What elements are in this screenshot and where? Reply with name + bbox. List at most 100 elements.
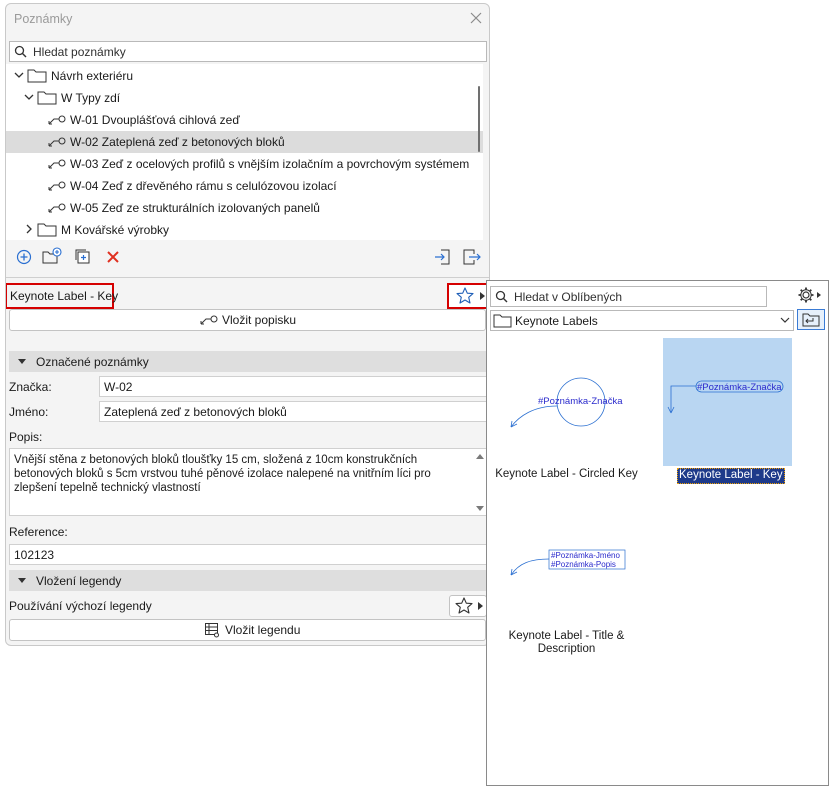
section-title: Označené poznámky: [36, 355, 149, 369]
tree-item-label: W-05 Zeď ze strukturálních izolovaných p…: [70, 201, 320, 215]
insert-label-button[interactable]: Vložit popisku: [9, 309, 486, 331]
close-icon[interactable]: [470, 12, 482, 24]
reference-field[interactable]: 102123: [9, 544, 487, 565]
insert-legend-header[interactable]: Vložení legendy: [9, 570, 487, 591]
description-line: betonových bloků s 5cm vrstvou tuhé pěno…: [14, 468, 431, 480]
star-icon: [456, 287, 474, 304]
description-preview-text: #Poznámka-Popis: [551, 560, 616, 569]
caret-right-icon: [480, 292, 485, 300]
keynote-label-icon: [200, 315, 218, 325]
divider: [6, 277, 489, 278]
tree-item-label: W-03 Zeď z ocelových profilů s vnějším i…: [70, 157, 470, 171]
name-value: Zateplená zeď z betonových bloků: [104, 405, 287, 419]
tree-item-keynote[interactable]: W-05 Zeď ze strukturálních izolovaných p…: [6, 197, 483, 219]
folder-up-button[interactable]: [797, 309, 825, 330]
tree-item-keynote-selected[interactable]: W-02 Zateplená zeď z betonových bloků: [6, 131, 483, 153]
chevron-right-icon[interactable]: [24, 224, 34, 234]
keynote-label-icon: [48, 115, 66, 125]
legend-table-icon: [204, 622, 220, 638]
tree-item-folder[interactable]: M Kovářské výrobky: [6, 219, 483, 241]
favorite-item-key-selected[interactable]: #Poznámka-Značka: [663, 338, 792, 466]
favorite-item-label-line: Description: [537, 643, 596, 655]
folder-icon: [37, 90, 57, 105]
tag-label: Značka:: [9, 380, 52, 394]
delete-icon[interactable]: [106, 250, 120, 264]
keynote-label-icon: [48, 203, 66, 213]
duplicate-icon[interactable]: [74, 248, 92, 266]
palette-title: Poznámky: [14, 12, 73, 26]
description-label: Popis:: [9, 430, 43, 444]
search-icon: [495, 290, 508, 303]
favorite-item-label: Keynote Label - Circled Key: [495, 468, 638, 480]
favorite-item-title-description[interactable]: #Poznámka-Jméno #Poznámka-Popis: [499, 545, 631, 625]
favorite-item-label-line: Keynote Label - Title &: [508, 630, 625, 642]
scroll-down-icon[interactable]: [476, 506, 484, 512]
collapse-triangle-icon: [18, 578, 26, 583]
favorite-item-label: Keynote Label - Title & Description: [489, 630, 644, 656]
tree-item-label: W-04 Zeď z dřevěného rámu s celulózovou …: [70, 179, 337, 193]
title-preview-text: #Poznámka-Jméno: [551, 551, 620, 560]
tree-item-keynote[interactable]: W-01 Dvouplášťová cihlová zeď: [6, 109, 483, 131]
name-label: Jméno:: [9, 405, 49, 419]
description-line: Vnější stěna z betonových bloků tloušťky…: [14, 454, 418, 466]
keynote-label-icon: [48, 159, 66, 169]
favorites-folder-select[interactable]: Keynote Labels: [490, 310, 794, 331]
key-preview-text: #Poznámka-Značka: [697, 382, 782, 393]
favorite-item-label-selected: Keynote Label - Key: [677, 468, 785, 484]
insert-label-text: Vložit popisku: [222, 313, 297, 327]
label-style-name: Keynote Label - Key: [10, 289, 119, 303]
keynote-search-input[interactable]: Hledat poznámky: [9, 41, 487, 62]
collapse-triangle-icon: [18, 359, 26, 364]
tree-item-label: W-02 Zateplená zeď z betonových bloků: [70, 135, 285, 149]
scroll-up-icon[interactable]: [476, 453, 484, 459]
tree-item-folder[interactable]: W Typy zdí: [6, 87, 483, 109]
circled-key-preview-text: #Poznámka-Značka: [538, 396, 623, 407]
folder-icon: [493, 314, 513, 328]
favorite-item-circled-key[interactable]: #Poznámka-Značka: [499, 338, 631, 470]
section-title: Vložení legendy: [36, 574, 122, 588]
folder-up-icon: [802, 313, 820, 327]
folder-icon: [37, 222, 57, 237]
insert-legend-text: Vložit legendu: [225, 623, 301, 637]
keynote-label-icon: [48, 181, 66, 191]
import-icon[interactable]: [434, 248, 452, 266]
favorites-search-placeholder: Hledat v Oblíbených: [514, 290, 623, 304]
marked-keynotes-header[interactable]: Označené poznámky: [9, 351, 487, 372]
insert-legend-button[interactable]: Vložit legendu: [9, 619, 486, 641]
tag-field[interactable]: W-02: [99, 376, 487, 397]
keynotes-palette: Poznámky Hledat poznámky Návrh exteriéru…: [5, 3, 490, 646]
legend-favorites-button[interactable]: [449, 595, 487, 617]
chevron-down-icon: [780, 317, 790, 324]
add-keynote-icon[interactable]: [16, 249, 32, 265]
tree-item-label: Návrh exteriéru: [51, 69, 134, 83]
tree-item-label: W Typy zdí: [61, 91, 121, 105]
gear-icon[interactable]: [797, 285, 821, 305]
tree-item-folder[interactable]: Návrh exteriéru: [6, 65, 483, 87]
folder-select-value: Keynote Labels: [515, 314, 598, 328]
default-legend-label: Používání výchozí legendy: [9, 599, 152, 613]
tree-item-keynote[interactable]: W-03 Zeď z ocelových profilů s vnějším i…: [6, 153, 483, 175]
tag-value: W-02: [104, 380, 133, 394]
folder-icon: [27, 68, 47, 83]
reference-label: Reference:: [9, 525, 68, 539]
chevron-down-icon[interactable]: [24, 92, 34, 102]
caret-right-icon: [478, 602, 483, 610]
description-textarea[interactable]: Vnější stěna z betonových bloků tloušťky…: [9, 448, 487, 516]
keynote-search-placeholder: Hledat poznámky: [33, 45, 126, 59]
description-line: zlepšení tepelně technický vlastností: [14, 482, 201, 494]
label-style-name-box: Keynote Label - Key: [6, 283, 118, 309]
description-text: Vnější stěna z betonových bloků tloušťky…: [14, 453, 464, 495]
tree-item-keynote[interactable]: W-04 Zeď z dřevěného rámu s celulózovou …: [6, 175, 483, 197]
export-icon[interactable]: [462, 248, 482, 266]
favorite-item-label-text: Keynote Label - Key: [679, 469, 783, 481]
tree-scrollbar[interactable]: [478, 86, 480, 152]
search-icon: [14, 45, 27, 58]
name-field[interactable]: Zateplená zeď z betonových bloků: [99, 401, 487, 422]
favorites-popup: Hledat v Oblíbených Keynote Labels #Pozn…: [486, 280, 829, 786]
add-folder-icon[interactable]: [42, 247, 62, 265]
favorites-button[interactable]: [447, 283, 489, 309]
chevron-down-icon[interactable]: [14, 70, 24, 80]
favorites-search-input[interactable]: Hledat v Oblíbených: [490, 286, 767, 307]
keynote-tree: Návrh exteriéru W Typy zdí W-01 Dvoupláš…: [6, 64, 483, 240]
reference-value: 102123: [14, 548, 55, 562]
